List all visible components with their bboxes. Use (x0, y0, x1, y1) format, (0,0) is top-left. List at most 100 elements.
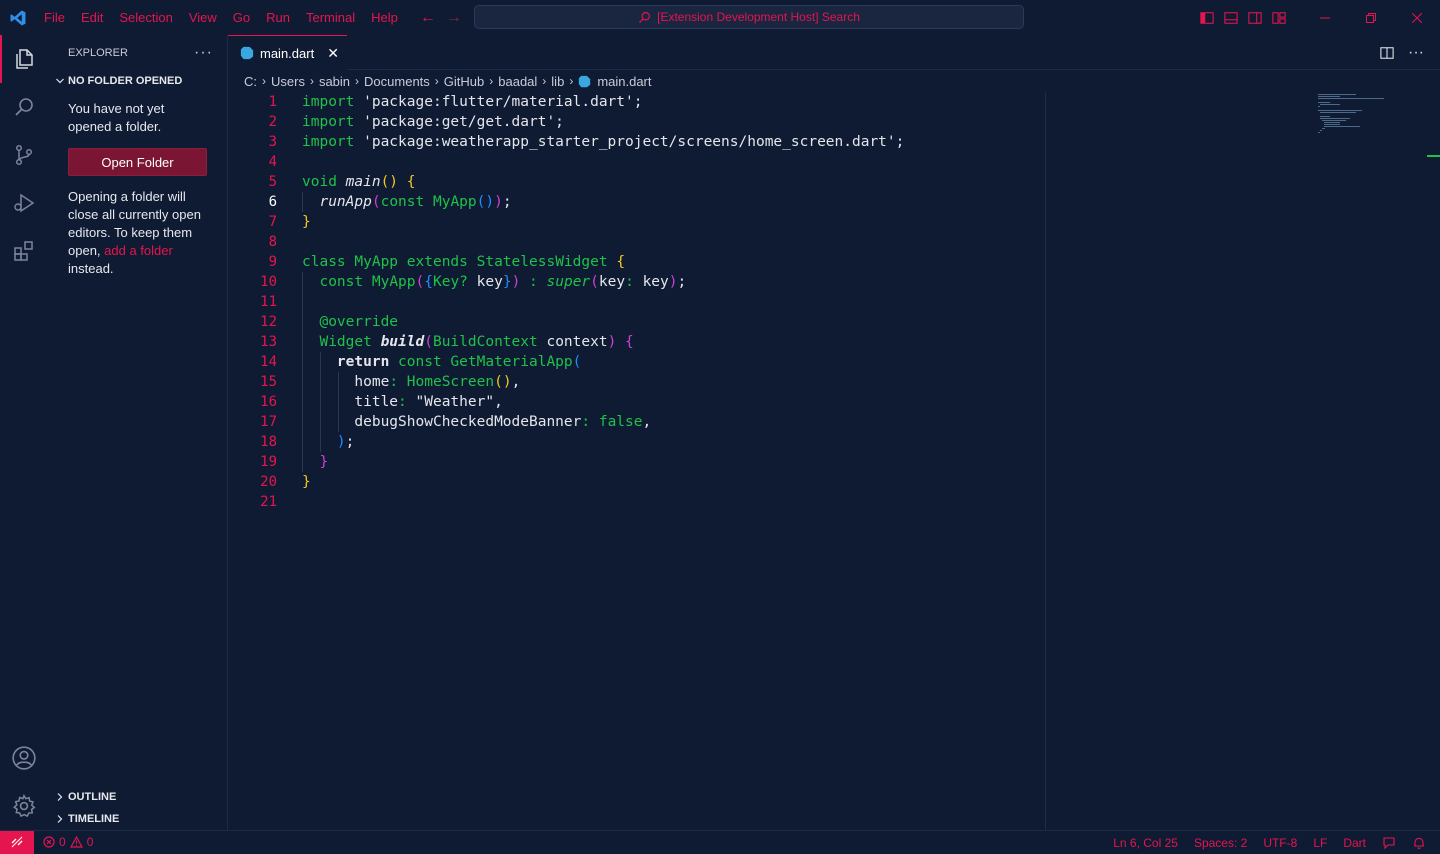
line-number: 18 (260, 434, 277, 450)
command-center[interactable]: [Extension Development Host] Search (474, 5, 1024, 29)
menu-go[interactable]: Go (225, 0, 258, 35)
no-folder-section-header[interactable]: NO FOLDER OPENED (48, 70, 227, 92)
manage-activity[interactable] (0, 782, 48, 830)
breadcrumb-item[interactable]: sabin (319, 74, 350, 89)
problems-indicator[interactable]: 0 0 (34, 835, 93, 849)
search-icon (639, 11, 651, 23)
menu-selection[interactable]: Selection (111, 0, 180, 35)
source-control-activity[interactable] (0, 131, 48, 179)
toggle-secondary-sidebar-icon[interactable] (1248, 11, 1262, 25)
menu-terminal[interactable]: Terminal (298, 0, 363, 35)
menu-run[interactable]: Run (258, 0, 298, 35)
breadcrumb-item[interactable]: C: (244, 74, 257, 89)
toggle-panel-icon[interactable] (1224, 11, 1238, 25)
indentation[interactable]: Spaces: 2 (1194, 836, 1247, 850)
forward-arrow-icon[interactable]: → (446, 9, 462, 27)
section-label: NO FOLDER OPENED (68, 75, 183, 87)
source-control-icon (15, 144, 33, 166)
bell-icon[interactable] (1412, 836, 1426, 850)
language-mode[interactable]: Dart (1343, 836, 1366, 850)
outline-section-header[interactable]: OUTLINE (48, 786, 228, 808)
code-line: home: HomeScreen(), (302, 372, 904, 392)
code-line: runApp(const MyApp()); (302, 192, 904, 212)
open-folder-button[interactable]: Open Folder (68, 148, 207, 176)
run-debug-activity[interactable] (0, 179, 48, 227)
error-count: 0 (59, 835, 66, 849)
add-folder-link[interactable]: add a folder (104, 243, 173, 258)
line-number: 3 (268, 134, 277, 150)
welcome-view: You have not yet opened a folder. Open F… (48, 92, 227, 278)
code-line: Widget build(BuildContext context) { (302, 332, 904, 352)
chevron-right-icon: › (542, 74, 547, 88)
line-number: 16 (260, 394, 277, 410)
search-icon (15, 98, 33, 116)
menu-view[interactable]: View (181, 0, 225, 35)
customize-layout-icon[interactable] (1272, 11, 1286, 25)
restore-icon (1366, 12, 1376, 23)
dart-file-icon (240, 46, 254, 60)
close-tab-icon[interactable]: ✕ (327, 45, 339, 62)
cursor-position[interactable]: Ln 6, Col 25 (1113, 836, 1178, 850)
open-folder-info: Opening a folder will close all currentl… (68, 188, 207, 278)
code-line: import 'package:flutter/material.dart'; (302, 94, 643, 110)
back-arrow-icon[interactable]: ← (420, 9, 436, 27)
remote-indicator-button[interactable] (0, 830, 34, 854)
code-line (302, 292, 904, 312)
encoding[interactable]: UTF-8 (1263, 836, 1297, 850)
status-bar: 0 0 Ln 6, Col 25 Spaces: 2 UTF-8 LF Dart (0, 830, 1440, 854)
tab-main-dart[interactable]: main.dart ✕ (228, 35, 347, 70)
editor-ruler (1045, 92, 1046, 830)
menu-file[interactable]: File (36, 0, 73, 35)
line-number: 17 (260, 414, 277, 430)
accounts-activity[interactable] (0, 734, 48, 782)
minimap[interactable] (1316, 92, 1398, 152)
vscode-logo-icon (0, 0, 36, 35)
toggle-primary-sidebar-icon[interactable] (1200, 11, 1214, 25)
breadcrumb-item[interactable]: lib (551, 74, 564, 89)
restore-button[interactable] (1348, 0, 1394, 35)
remote-icon (11, 836, 23, 848)
breadcrumb-item[interactable]: Documents (364, 74, 430, 89)
warning-icon (69, 836, 83, 848)
explorer-sidebar: EXPLORER ··· NO FOLDER OPENED You have n… (48, 35, 228, 830)
breadcrumb-item[interactable]: main.dart (597, 74, 651, 89)
code-line: ); (302, 432, 904, 452)
code-line: import 'package:weatherapp_starter_proje… (302, 134, 905, 150)
code-line: void main() { (302, 174, 416, 190)
line-number: 21 (260, 494, 277, 510)
line-number: 7 (268, 214, 277, 230)
warning-count: 0 (86, 835, 94, 849)
explorer-activity[interactable] (0, 35, 48, 83)
extensions-icon (14, 241, 33, 261)
search-activity[interactable] (0, 83, 48, 131)
line-number-gutter: 1 2 3 4 5 6 7 8 9 10 11 12 13 14 15 16 1… (228, 92, 288, 512)
breadcrumb-item[interactable]: baadal (498, 74, 537, 89)
chevron-right-icon (52, 814, 68, 824)
feedback-icon[interactable] (1382, 836, 1396, 850)
code-line: } (302, 452, 904, 472)
menu-help[interactable]: Help (363, 0, 406, 35)
split-editor-icon[interactable] (1380, 46, 1394, 60)
line-number: 5 (268, 174, 277, 190)
timeline-section-header[interactable]: TIMELINE (48, 808, 228, 830)
end-of-line[interactable]: LF (1313, 836, 1327, 850)
files-icon (16, 49, 33, 69)
code-line: } (302, 214, 311, 230)
menu-edit[interactable]: Edit (73, 0, 111, 35)
minimize-button[interactable] (1302, 0, 1348, 35)
breadcrumb-item[interactable]: Users (271, 74, 305, 89)
close-window-button[interactable] (1394, 0, 1440, 35)
breadcrumb-item[interactable]: GitHub (444, 74, 484, 89)
code-editor[interactable]: 1 2 3 4 5 6 7 8 9 10 11 12 13 14 15 16 1… (228, 92, 1440, 830)
code-lines[interactable]: import 'package:flutter/material.dart'; … (302, 92, 904, 512)
line-number: 13 (260, 334, 277, 350)
more-actions-icon[interactable]: ··· (1408, 44, 1424, 62)
extensions-activity[interactable] (0, 227, 48, 275)
line-number: 2 (268, 114, 277, 130)
chevron-right-icon: › (434, 74, 439, 88)
more-actions-icon[interactable]: ··· (194, 44, 213, 62)
chevron-right-icon: › (262, 74, 266, 88)
